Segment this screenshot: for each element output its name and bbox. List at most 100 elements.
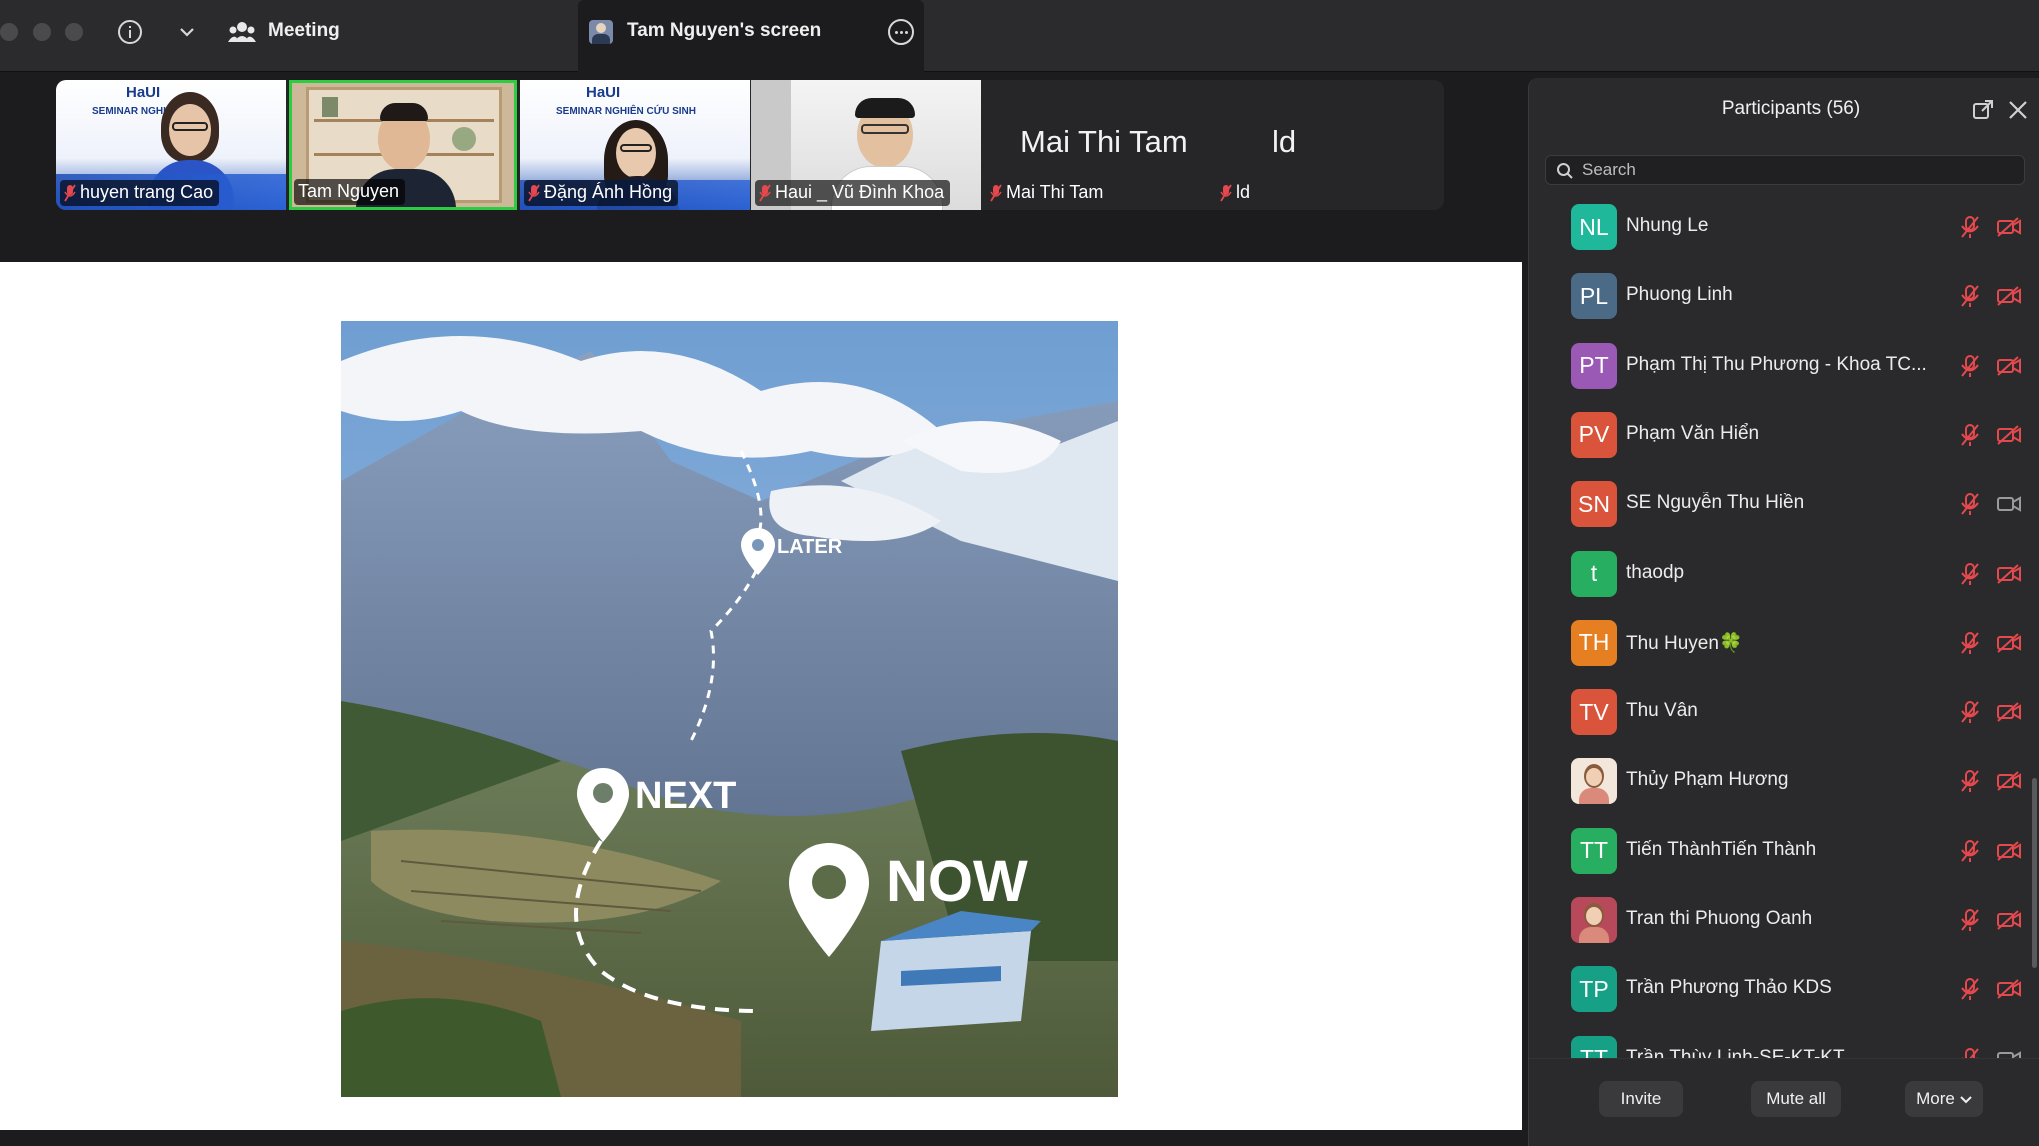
seminar-banner-text: SEMINAR NGHIÊN CỨU SINH bbox=[556, 106, 696, 117]
info-icon[interactable] bbox=[114, 14, 146, 50]
video-off-icon[interactable] bbox=[1996, 702, 2022, 727]
participant-row[interactable]: TT Tiến ThànhTiến Thành bbox=[1529, 817, 2039, 886]
participant-name-tag: Haui _ Vũ Đình Khoa bbox=[755, 180, 951, 206]
video-off-icon[interactable] bbox=[1996, 771, 2022, 796]
avatar-initials: PL bbox=[1579, 282, 1609, 309]
avatar-initials: TT bbox=[1579, 837, 1609, 864]
window-minimize-button[interactable] bbox=[33, 23, 51, 41]
participant-row[interactable]: PT Phạm Thị Thu Phương - Khoa TC... bbox=[1529, 332, 2039, 401]
participant-display-name: ld bbox=[1272, 124, 1297, 159]
mountain-journey-illustration: LATER NEXT NOW bbox=[341, 321, 1118, 1097]
participant-name: Thu Vân bbox=[1626, 700, 1698, 722]
muted-mic-icon[interactable] bbox=[1959, 562, 1981, 591]
participant-name: Tam Nguyen bbox=[298, 181, 400, 201]
participant-name: Tiến ThànhTiến Thành bbox=[1626, 838, 1817, 860]
more-button[interactable]: More bbox=[1905, 1081, 1983, 1117]
video-tile[interactable]: HaUI SEMINAR NGHI… huyen trang Cao bbox=[56, 80, 286, 210]
haui-logo: HaUI bbox=[126, 84, 161, 101]
participant-row[interactable]: NL Nhung Le bbox=[1529, 196, 2039, 262]
share-tab-label: Tam Nguyen's screen bbox=[627, 20, 822, 41]
avatar bbox=[1571, 758, 1617, 805]
avatar-initials: t bbox=[1590, 560, 1598, 586]
video-tile-active-speaker[interactable]: Tam Nguyen bbox=[289, 80, 517, 210]
participant-list: NL Nhung Le PL Phuong Linh PT Phạm Thị Thu Ph… bbox=[1529, 196, 2039, 1058]
participant-name-tag: Đặng Ánh Hồng bbox=[524, 180, 679, 206]
later-label: LATER bbox=[777, 536, 843, 558]
muted-mic-icon[interactable] bbox=[1959, 284, 1981, 313]
video-off-icon[interactable] bbox=[1996, 840, 2022, 866]
slide-image: LATER NEXT NOW bbox=[341, 321, 1118, 1097]
video-tile[interactable]: Haui _ Vũ Đình Khoa bbox=[751, 80, 981, 210]
presenter-avatar-icon bbox=[589, 20, 613, 44]
now-label: NOW bbox=[886, 849, 1028, 914]
muted-mic-icon[interactable] bbox=[1959, 700, 1981, 729]
participants-title: Participants (56) bbox=[1721, 98, 1861, 119]
participants-footer: Invite Mute all More bbox=[1529, 1058, 2039, 1146]
avatar bbox=[1571, 897, 1617, 943]
participant-row[interactable]: TH Thu Huyen🍀 bbox=[1529, 609, 2039, 678]
participant-name: Phạm Thị Thu Phương - Khoa TC... bbox=[1626, 353, 1927, 375]
avatar: TV bbox=[1571, 689, 1617, 736]
video-off-icon[interactable] bbox=[1996, 563, 2022, 589]
window-zoom-button[interactable] bbox=[65, 23, 83, 41]
video-off-icon[interactable] bbox=[1996, 217, 2022, 242]
participant-name: Phuong Linh bbox=[1626, 284, 1733, 306]
meeting-label[interactable]: Meeting bbox=[268, 20, 340, 42]
participant-row[interactable]: Thủy Phạm Hương bbox=[1529, 747, 2039, 816]
muted-mic-icon[interactable] bbox=[1959, 215, 1981, 244]
participants-panel: Participants (56) NL Nhung Le PL Phuong Lin… bbox=[1528, 78, 2039, 1146]
participant-name: Thu Huyen🍀 bbox=[1626, 632, 1743, 654]
muted-mic-icon[interactable] bbox=[1959, 908, 1981, 937]
muted-mic-icon[interactable] bbox=[1959, 839, 1981, 868]
video-off-icon[interactable] bbox=[1996, 355, 2022, 381]
participant-name-tag: Tam Nguyen bbox=[294, 179, 406, 205]
close-icon[interactable] bbox=[2007, 99, 2029, 121]
video-tile-name-only[interactable]: Mai Thi Tam Mai Thi Tam bbox=[982, 80, 1212, 210]
participant-row[interactable]: TT Trần Thùy Linh-SE-KT-KT bbox=[1529, 1025, 2039, 1058]
video-tile[interactable]: HaUI SEMINAR NGHIÊN CỨU SINH Đặng Ánh Hồ… bbox=[520, 80, 750, 210]
video-off-icon[interactable] bbox=[1996, 910, 2022, 935]
participant-row[interactable]: TP Trần Phương Thảo KDS bbox=[1529, 955, 2039, 1024]
participant-row[interactable]: TV Thu Vân bbox=[1529, 678, 2039, 747]
mute-all-button[interactable]: Mute all bbox=[1751, 1081, 1841, 1117]
avatar: t bbox=[1571, 550, 1617, 597]
avatar: PT bbox=[1571, 342, 1617, 389]
chevron-down-icon[interactable] bbox=[174, 14, 200, 50]
muted-mic-icon[interactable] bbox=[1959, 977, 1981, 1006]
video-tile-name-only[interactable]: ld ld bbox=[1212, 80, 1442, 210]
search-input[interactable] bbox=[1582, 159, 2002, 181]
video-strip: HaUI SEMINAR NGHI… huyen trang Cao Tam N… bbox=[56, 80, 1444, 210]
participant-name: SE Nguyễn Thu Hiền bbox=[1626, 492, 1805, 514]
participant-row[interactable]: PV Phạm Văn Hiển bbox=[1529, 401, 2039, 470]
muted-mic-icon[interactable] bbox=[1959, 354, 1981, 383]
video-off-icon[interactable] bbox=[1996, 979, 2022, 1004]
participant-name-tag: huyen trang Cao bbox=[60, 180, 220, 206]
muted-mic-icon[interactable] bbox=[1959, 492, 1981, 521]
participant-name-tag: ld bbox=[1216, 180, 1256, 206]
video-off-icon[interactable] bbox=[1996, 425, 2022, 450]
search-icon bbox=[1556, 162, 1574, 185]
participant-row[interactable]: PL Phuong Linh bbox=[1529, 262, 2039, 331]
participant-row[interactable]: SN SE Nguyễn Thu Hiền bbox=[1529, 470, 2039, 539]
participant-name: Trần Phương Thảo KDS bbox=[1626, 977, 1832, 999]
window-close-button[interactable] bbox=[0, 23, 18, 41]
more-options-icon[interactable] bbox=[888, 19, 914, 45]
muted-mic-icon[interactable] bbox=[1959, 423, 1981, 452]
video-off-icon[interactable] bbox=[1996, 633, 2022, 658]
chevron-down-icon bbox=[1960, 1089, 1972, 1109]
scrollbar[interactable] bbox=[2032, 778, 2037, 968]
muted-mic-icon[interactable] bbox=[1959, 1047, 1981, 1058]
video-camera-icon[interactable] bbox=[1996, 1049, 2022, 1058]
screen-share-tab[interactable]: Tam Nguyen's screen bbox=[578, 0, 924, 72]
participant-search[interactable] bbox=[1545, 155, 2025, 185]
participant-row[interactable]: t thaodp bbox=[1529, 540, 2039, 609]
muted-mic-icon[interactable] bbox=[1959, 631, 1981, 660]
participant-name: Trần Thùy Linh-SE-KT-KT bbox=[1626, 1046, 1845, 1058]
participant-display-name: Mai Thi Tam bbox=[1020, 124, 1188, 159]
muted-mic-icon[interactable] bbox=[1959, 769, 1981, 798]
video-camera-icon[interactable] bbox=[1996, 494, 2022, 519]
pop-out-icon[interactable] bbox=[1972, 99, 1994, 121]
invite-button[interactable]: Invite bbox=[1599, 1081, 1683, 1117]
participant-row[interactable]: Tran thi Phuong Oanh bbox=[1529, 886, 2039, 955]
video-off-icon[interactable] bbox=[1996, 286, 2022, 311]
